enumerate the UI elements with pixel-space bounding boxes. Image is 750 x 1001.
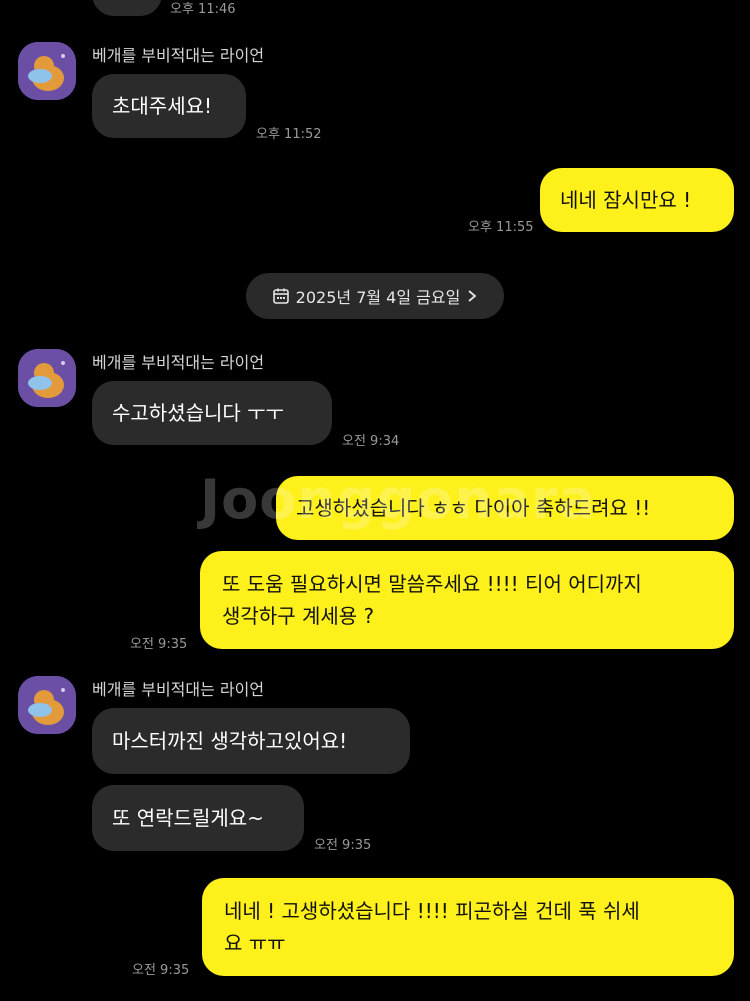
- message-time: 오전 9:34: [342, 434, 400, 449]
- incoming-message[interactable]: 마스터까진 생각하고있어요!: [92, 708, 410, 774]
- incoming-message[interactable]: 초대주세요!: [92, 74, 246, 138]
- calendar-icon: [272, 288, 289, 304]
- message-line: 생각하구 계세용 ?: [222, 604, 375, 628]
- incoming-message[interactable]: 또 연락드릴게요~: [92, 785, 304, 851]
- outgoing-message[interactable]: 고생하셨습니다 ㅎㅎ 다이아 축하드려요 !!: [276, 476, 734, 540]
- partial-incoming-bubble[interactable]: [92, 0, 162, 16]
- message-time: 오후 11:52: [256, 127, 322, 142]
- date-divider-label: 2025년 7월 4일 금요일: [295, 288, 461, 307]
- sender-name: 베개를 부비적대는 라이언: [92, 680, 265, 699]
- message-time: 오전 9:35: [130, 637, 188, 652]
- lion-avatar-icon: [18, 349, 76, 407]
- message-line: 요 ㅠㅠ: [224, 931, 286, 955]
- profile-avatar[interactable]: [18, 349, 76, 407]
- message-line: 또 도움 필요하시면 말씀주세요 !!!! 티어 어디까지: [222, 572, 642, 596]
- sender-name: 베개를 부비적대는 라이언: [92, 46, 265, 65]
- outgoing-message[interactable]: 네네 ! 고생하셨습니다 !!!! 피곤하실 건데 푹 쉬세 요 ㅠㅠ: [202, 878, 734, 976]
- profile-avatar[interactable]: [18, 676, 76, 734]
- lion-avatar-icon: [18, 676, 76, 734]
- date-divider[interactable]: 2025년 7월 4일 금요일: [246, 273, 504, 319]
- outgoing-message[interactable]: 네네 잠시만요 !: [540, 168, 734, 232]
- message-time: 오후 11:55: [468, 220, 534, 235]
- message-time: 오후 11:46: [170, 2, 236, 17]
- message-time: 오전 9:35: [132, 963, 190, 978]
- chevron-right-icon: [468, 290, 477, 302]
- lion-avatar-icon: [18, 42, 76, 100]
- profile-avatar[interactable]: [18, 42, 76, 100]
- message-time: 오전 9:35: [314, 838, 372, 853]
- sender-name: 베개를 부비적대는 라이언: [92, 353, 265, 372]
- outgoing-message[interactable]: 또 도움 필요하시면 말씀주세요 !!!! 티어 어디까지 생각하구 계세용 ?: [200, 551, 734, 649]
- incoming-message[interactable]: 수고하셨습니다 ㅜㅜ: [92, 381, 332, 445]
- message-line: 네네 ! 고생하셨습니다 !!!! 피곤하실 건데 푹 쉬세: [224, 899, 640, 923]
